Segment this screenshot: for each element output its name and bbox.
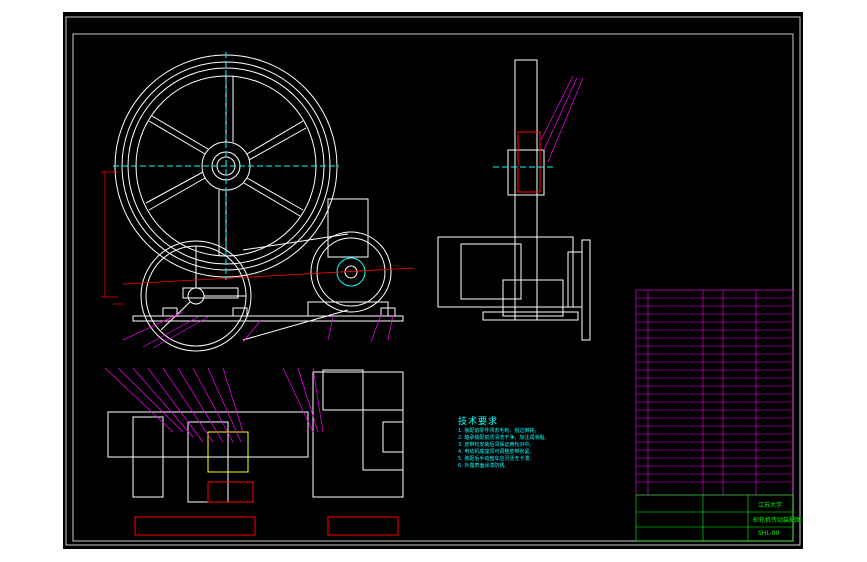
sheet-border-inner bbox=[72, 33, 794, 542]
school-name: 江苏大学 bbox=[758, 502, 783, 509]
note-line: 5. 装配后手动盘车应灵活无卡滞。 bbox=[458, 456, 535, 462]
notes-title: 技术要求 bbox=[458, 417, 499, 427]
motor-body-front bbox=[327, 198, 369, 258]
assembly-drawing bbox=[65, 16, 801, 546]
note-line: 4. 电动机底座须可调整皮带张紧。 bbox=[458, 449, 535, 455]
top-leaders bbox=[104, 367, 324, 443]
technical-notes: 技术要求 1. 装配前零件须去毛刺、锐边倒钝。 2. 轴承装配前须清洗干净，加注… bbox=[458, 417, 628, 470]
top-view bbox=[107, 369, 404, 536]
side-view bbox=[437, 59, 591, 341]
drawing-number: SHL-00 bbox=[758, 530, 780, 537]
note-line: 6. 外露表面涂漆防锈。 bbox=[458, 463, 510, 469]
note-line: 2. 轴承装配前须清洗干净，加注润滑脂。 bbox=[458, 435, 550, 441]
leader-lines-front bbox=[122, 311, 394, 349]
drawing-title: 砂轮机传动装配图 bbox=[753, 517, 802, 524]
cad-drawing-viewport[interactable]: 技术要求 1. 装配前零件须去毛刺、锐边倒钝。 2. 轴承装配前须清洗干净，加注… bbox=[63, 12, 803, 549]
note-line: 1. 装配前零件须去毛刺、锐边倒钝。 bbox=[458, 428, 540, 434]
side-leaders bbox=[540, 75, 584, 163]
small-wheel bbox=[140, 240, 252, 352]
motor-pulley bbox=[242, 231, 392, 341]
bom-table bbox=[635, 289, 794, 496]
large-wheel bbox=[113, 52, 339, 280]
note-line: 3. 皮带轮安装后须保证两轮对中。 bbox=[458, 442, 535, 448]
